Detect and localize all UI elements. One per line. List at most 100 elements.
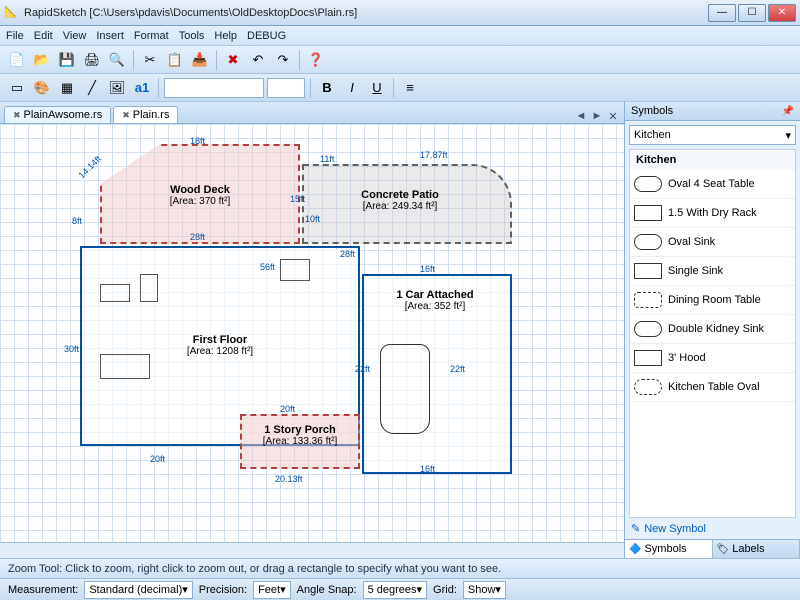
main-area: ✖ PlainAwsome.rs ✖ Plain.rs ◄ ► ✕ Wood D… bbox=[0, 102, 800, 558]
measurement-select[interactable]: Standard (decimal) ▾ bbox=[84, 581, 192, 599]
separator bbox=[216, 50, 217, 70]
symbol-item[interactable]: 3' Hood bbox=[630, 344, 795, 373]
grid-select[interactable]: Show ▾ bbox=[463, 581, 506, 599]
angle-select[interactable]: 5 degrees ▾ bbox=[363, 581, 427, 599]
maximize-button[interactable]: ☐ bbox=[738, 4, 766, 22]
new-symbol-link[interactable]: ✎ New Symbol bbox=[625, 518, 800, 539]
align-left-icon[interactable]: ≡ bbox=[399, 77, 421, 99]
dining-table-icon bbox=[634, 292, 662, 308]
menubar: File Edit View Insert Format Tools Help … bbox=[0, 26, 800, 46]
room-name: 1 Story Porch bbox=[245, 424, 355, 436]
tab-prev-icon[interactable]: ◄ bbox=[574, 110, 588, 123]
room-area: [Area: 352 ft²] bbox=[370, 301, 500, 312]
preview-icon[interactable]: 🔍 bbox=[106, 49, 128, 71]
oval-sink-icon bbox=[634, 234, 662, 250]
horizontal-scrollbar[interactable] bbox=[0, 542, 624, 558]
symbol-item[interactable]: Dining Room Table bbox=[630, 286, 795, 315]
close-tab-icon[interactable]: ✖ bbox=[13, 110, 21, 121]
italic-button[interactable]: I bbox=[341, 77, 363, 99]
room-name: Concrete Patio bbox=[330, 189, 470, 201]
delete-icon[interactable]: ✖ bbox=[222, 49, 244, 71]
save-icon[interactable]: 💾 bbox=[56, 49, 78, 71]
dim: 10ft bbox=[305, 214, 320, 224]
close-button[interactable]: ✕ bbox=[768, 4, 796, 22]
panel-title: Symbols bbox=[631, 105, 673, 117]
underline-button[interactable]: U bbox=[366, 77, 388, 99]
close-tab-icon[interactable]: ✖ bbox=[122, 110, 130, 121]
tab-symbols[interactable]: 🔷Symbols bbox=[625, 540, 713, 558]
cut-icon[interactable]: ✂ bbox=[139, 49, 161, 71]
sofa-symbol[interactable] bbox=[100, 354, 150, 379]
tab-plainawsome[interactable]: ✖ PlainAwsome.rs bbox=[4, 106, 111, 123]
dim: 11ft bbox=[320, 154, 334, 164]
tab-next-icon[interactable]: ► bbox=[590, 110, 604, 123]
category-select[interactable]: Kitchen ▾ bbox=[629, 125, 796, 145]
pin-icon[interactable]: 📌 bbox=[782, 106, 794, 117]
text-tool-icon[interactable]: a1 bbox=[131, 77, 153, 99]
menu-debug[interactable]: DEBUG bbox=[247, 30, 286, 42]
tab-label: Plain.rs bbox=[133, 109, 170, 121]
symbol-item[interactable]: Oval Sink bbox=[630, 228, 795, 257]
menu-insert[interactable]: Insert bbox=[96, 30, 124, 42]
toilet-symbol[interactable] bbox=[140, 274, 158, 302]
open-icon[interactable]: 📂 bbox=[31, 49, 53, 71]
image-icon[interactable]: 🖼 bbox=[106, 77, 128, 99]
kidney-sink-icon bbox=[634, 321, 662, 337]
sink-symbol[interactable] bbox=[100, 284, 130, 302]
paste-icon[interactable]: 📥 bbox=[189, 49, 211, 71]
category-value: Kitchen bbox=[634, 129, 671, 141]
minimize-button[interactable]: — bbox=[708, 4, 736, 22]
symbol-label: Dining Room Table bbox=[668, 294, 761, 306]
single-sink-icon bbox=[634, 263, 662, 279]
symbol-item[interactable]: 1.5 With Dry Rack bbox=[630, 199, 795, 228]
stove-symbol[interactable] bbox=[280, 259, 310, 281]
fill-icon[interactable]: ▦ bbox=[56, 77, 78, 99]
new-icon[interactable]: 📄 bbox=[6, 49, 28, 71]
room-area: [Area: 249.34 ft²] bbox=[330, 201, 470, 212]
dim: 15ft bbox=[290, 194, 305, 204]
bold-button[interactable]: B bbox=[316, 77, 338, 99]
precision-select[interactable]: Feet ▾ bbox=[253, 581, 291, 599]
canvas[interactable]: Wood Deck [Area: 370 ft²] Concrete Patio… bbox=[0, 124, 624, 542]
line-icon[interactable]: ╱ bbox=[81, 77, 103, 99]
symbol-item[interactable]: Double Kidney Sink bbox=[630, 315, 795, 344]
room-name: Wood Deck bbox=[140, 184, 260, 196]
separator bbox=[393, 78, 394, 98]
fontsize-select[interactable] bbox=[267, 78, 305, 98]
font-select[interactable] bbox=[164, 78, 264, 98]
dim: 17.87ft bbox=[420, 150, 448, 160]
patio-label: Concrete Patio [Area: 249.34 ft²] bbox=[330, 189, 470, 212]
dim: 20ft bbox=[280, 404, 295, 414]
menu-file[interactable]: File bbox=[6, 30, 24, 42]
redo-icon[interactable]: ↷ bbox=[272, 49, 294, 71]
menu-format[interactable]: Format bbox=[134, 30, 169, 42]
help-icon[interactable]: ❓ bbox=[305, 49, 327, 71]
copy-icon[interactable]: 📋 bbox=[164, 49, 186, 71]
shape-icon[interactable]: ▭ bbox=[6, 77, 28, 99]
symbol-label: Single Sink bbox=[668, 265, 723, 277]
symbol-item[interactable]: Single Sink bbox=[630, 257, 795, 286]
symbol-item[interactable]: Kitchen Table Oval bbox=[630, 373, 795, 402]
dry-rack-icon bbox=[634, 205, 662, 221]
undo-icon[interactable]: ↶ bbox=[247, 49, 269, 71]
menu-view[interactable]: View bbox=[63, 30, 87, 42]
room-area: [Area: 1208 ft²] bbox=[160, 346, 280, 357]
menu-edit[interactable]: Edit bbox=[34, 30, 53, 42]
menu-tools[interactable]: Tools bbox=[179, 30, 205, 42]
symbol-item[interactable]: Oval 4 Seat Table bbox=[630, 170, 795, 199]
menu-help[interactable]: Help bbox=[214, 30, 237, 42]
tab-close-icon[interactable]: ✕ bbox=[606, 110, 620, 123]
car-symbol[interactable] bbox=[380, 344, 430, 434]
separator bbox=[310, 78, 311, 98]
color-icon[interactable]: 🎨 bbox=[31, 77, 53, 99]
canvas-area: ✖ PlainAwsome.rs ✖ Plain.rs ◄ ► ✕ Wood D… bbox=[0, 102, 625, 558]
panel-header: Symbols 📌 bbox=[625, 102, 800, 121]
tab-plain[interactable]: ✖ Plain.rs bbox=[113, 106, 178, 123]
separator bbox=[133, 50, 134, 70]
chevron-down-icon: ▾ bbox=[785, 129, 791, 142]
dim: 22ft bbox=[450, 364, 465, 374]
room-area: [Area: 133.36 ft²] bbox=[245, 436, 355, 447]
tab-labels[interactable]: 🏷Labels bbox=[713, 540, 800, 558]
symbol-list: Kitchen Oval 4 Seat Table 1.5 With Dry R… bbox=[629, 149, 796, 518]
print-icon[interactable]: 🖨 bbox=[81, 49, 103, 71]
